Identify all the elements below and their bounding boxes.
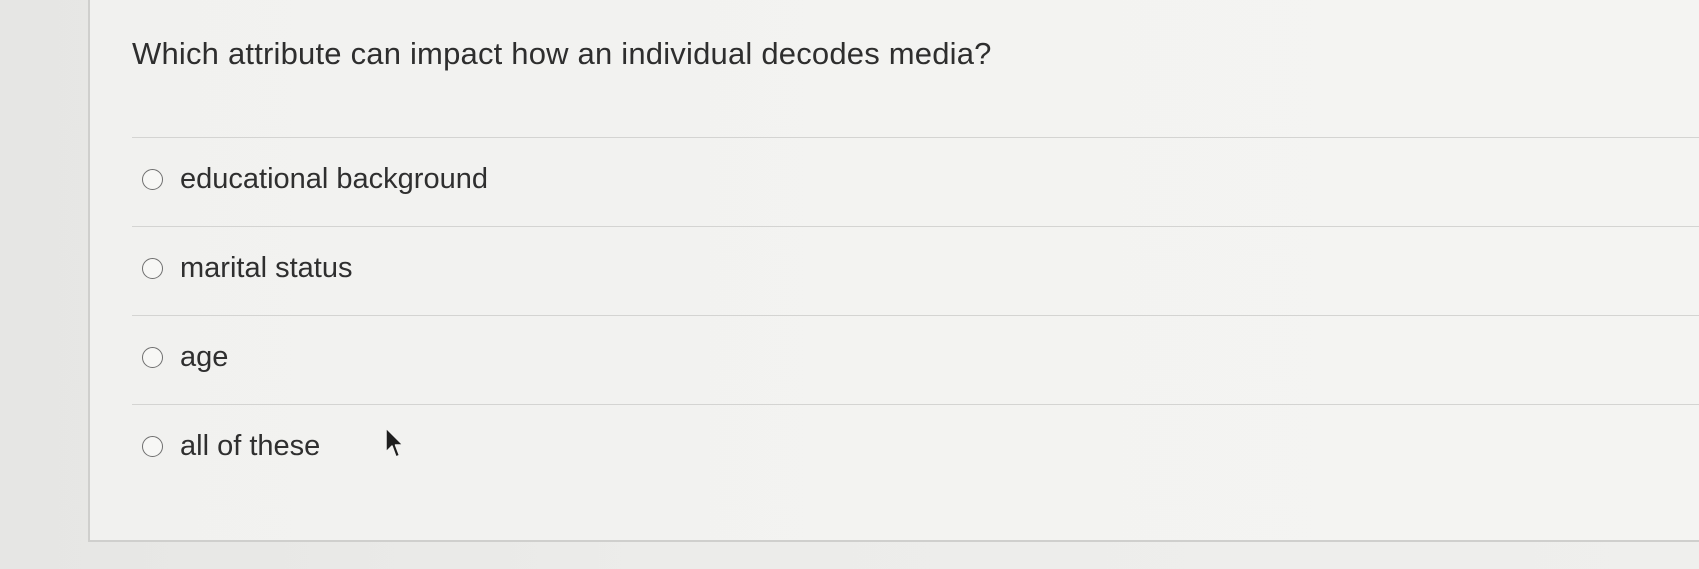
radio-button[interactable] [142,169,163,190]
question-card: Which attribute can impact how an indivi… [88,0,1699,542]
option-label: all of these [180,430,321,462]
divider [132,315,1699,316]
radio-button[interactable] [142,436,163,457]
option-label: educational background [180,163,488,195]
radio-button[interactable] [142,347,163,368]
option-marital-status[interactable]: marital status [142,252,352,285]
option-age[interactable]: age [142,341,228,374]
question-text: Which attribute can impact how an indivi… [132,36,992,71]
divider [132,404,1699,405]
divider [132,226,1699,227]
option-all-of-these[interactable]: all of these [142,430,320,463]
option-label: age [180,341,229,373]
divider [132,137,1699,138]
page: Which attribute can impact how an indivi… [0,0,1699,569]
option-label: marital status [180,252,353,284]
mouse-pointer-icon [385,427,404,458]
radio-button[interactable] [142,258,163,279]
option-educational-background[interactable]: educational background [142,163,488,196]
